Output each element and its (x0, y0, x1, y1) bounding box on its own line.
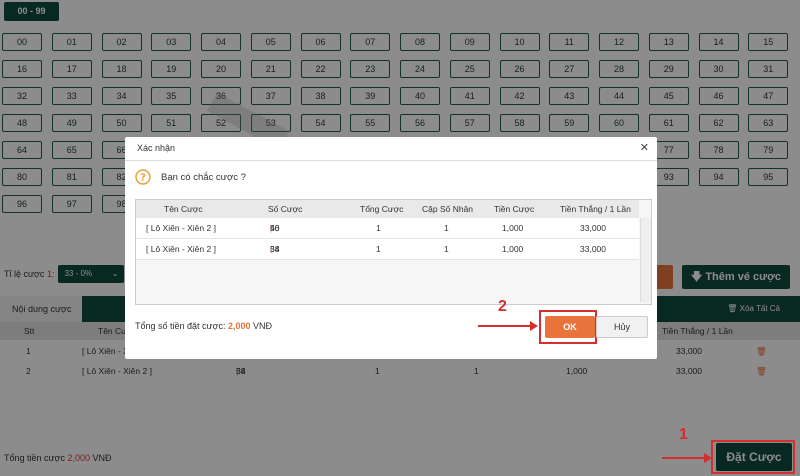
cancel-button[interactable]: Hủy (596, 316, 648, 338)
ok-highlight-box (539, 310, 597, 344)
row-stake: 1,000 (502, 223, 524, 233)
row-total: 1 (376, 223, 381, 233)
dialog-question: Bạn có chắc cược ? (161, 172, 246, 183)
step-1-number: 1 (679, 426, 688, 443)
row-pairs: 1 (444, 244, 449, 254)
place-bet-highlight-box (711, 440, 795, 474)
row-stake: 1,000 (502, 244, 524, 254)
row-total: 1 (376, 244, 381, 254)
col-pairs: Cặp Số Nhân (422, 204, 474, 214)
dialog-total: Tổng số tiền đặt cược: 2,000 VNĐ (135, 321, 272, 331)
col-numbers: Số Cược (268, 204, 303, 214)
row-win: 33,000 (580, 244, 606, 254)
confirm-table: Tên Cược Số Cược Tổng Cược Cặp Số Nhân T… (135, 199, 652, 305)
dialog-total-label: Tổng số tiền đặt cược: (135, 321, 226, 331)
confirm-dialog: Xác nhận ✕ ? Bạn có chắc cược ? Tên Cược… (125, 137, 657, 359)
svg-text:?: ? (140, 173, 146, 184)
dialog-total-currency: VNĐ (253, 321, 273, 331)
dialog-title: Xác nhận (137, 143, 176, 153)
col-name: Tên Cược (164, 204, 203, 214)
close-icon[interactable]: ✕ (640, 141, 649, 154)
row-pairs: 1 (444, 223, 449, 233)
col-stake: Tiền Cược (494, 204, 535, 214)
dialog-divider (125, 160, 657, 161)
arrow-right-icon (662, 453, 712, 463)
col-win: Tiền Thắng / 1 Lần (560, 204, 631, 214)
num-b: 56 (270, 223, 280, 233)
confirm-table-header: Tên Cược Số Cược Tổng Cược Cặp Số Nhân T… (136, 200, 639, 218)
table-scrollbar[interactable] (640, 218, 651, 302)
arrow-right-icon (478, 321, 538, 331)
confirm-table-row: [ Lô Xiên - Xiên 2 ] 38 | 54 1 1 1,000 33,… (136, 239, 639, 260)
confirm-table-row: [ Lô Xiên - Xiên 2 ] 40 | 56 1 1 1,000 33,… (136, 218, 639, 239)
row-win: 33,000 (580, 223, 606, 233)
row-name: [ Lô Xiên - Xiên 2 ] (146, 223, 216, 233)
dialog-total-amount: 2,000 (228, 321, 251, 331)
question-icon: ? (135, 169, 151, 185)
step-2-number: 2 (498, 298, 507, 315)
row-name: [ Lô Xiên - Xiên 2 ] (146, 244, 216, 254)
col-total: Tổng Cược (360, 204, 404, 214)
num-b: 54 (270, 244, 280, 254)
